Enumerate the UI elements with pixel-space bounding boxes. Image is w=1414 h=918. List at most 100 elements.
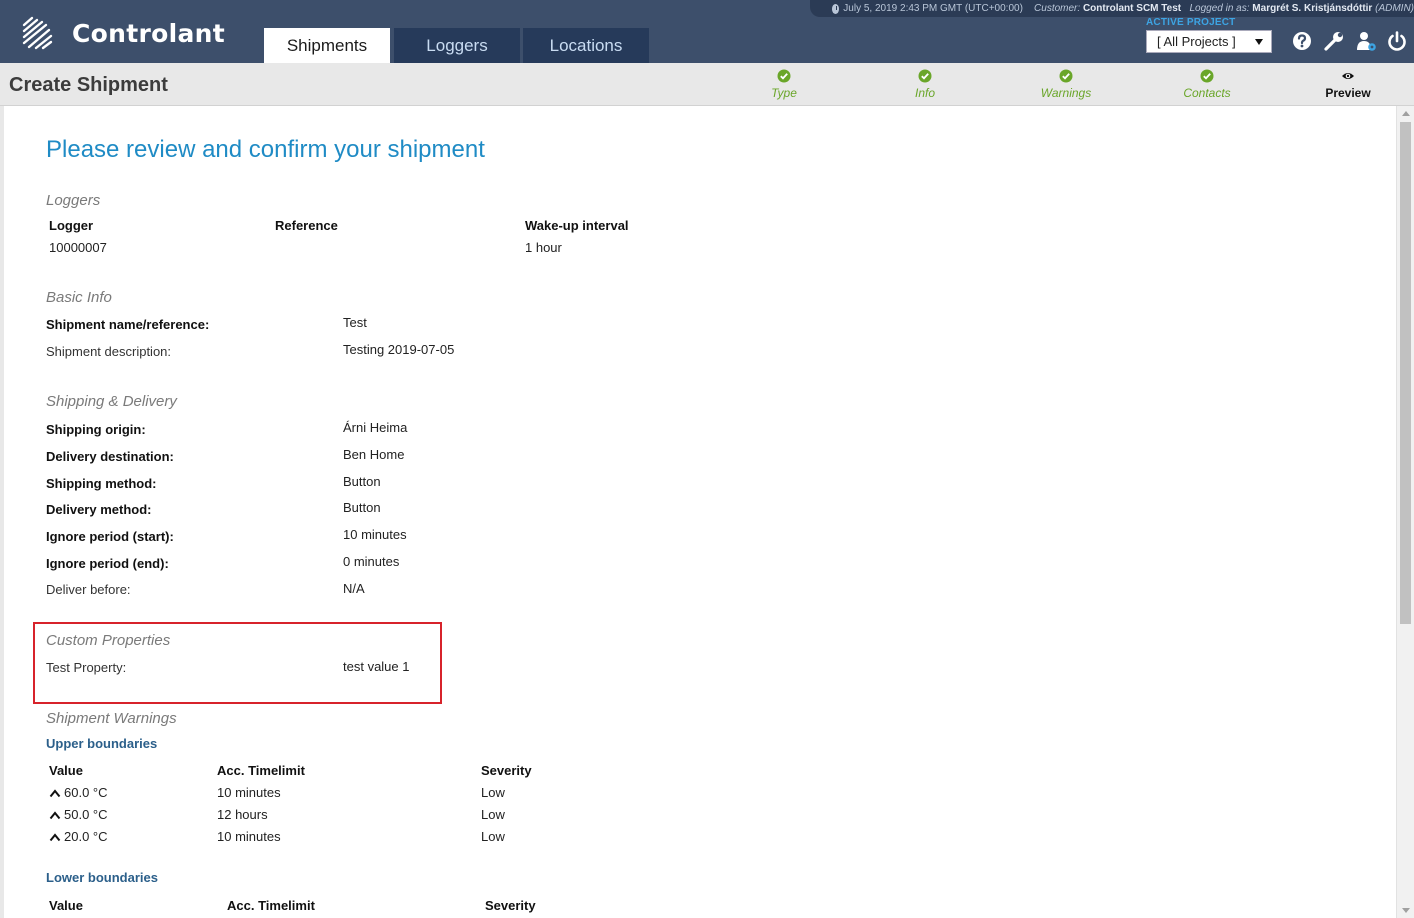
step-info-label: Info [914,86,935,100]
wrench-icon[interactable] [1323,30,1345,52]
check-circle-icon [918,69,932,83]
step-info[interactable]: Info [875,69,975,100]
users-settings-icon[interactable] [1355,30,1377,52]
step-preview[interactable]: Preview [1298,69,1398,100]
upper-row-timelimit: 12 hours [217,807,268,822]
tab-shipments-label: Shipments [286,35,368,55]
controlant-logo-icon [22,16,53,50]
tab-loggers[interactable]: Loggers [394,28,520,63]
session-status-bar: July 5, 2019 2:43 PM GMT (UTC+00:00) Cus… [810,0,1414,17]
basic-info-section-title: Basic Info [46,289,112,306]
field-value: Ben Home [343,447,405,462]
page-title: Create Shipment [9,74,168,96]
field-label: Shipping method: [46,476,157,491]
check-circle-icon [777,69,791,83]
chevron-up-icon [49,833,61,842]
brand-logo[interactable]: Controlant [20,14,225,52]
logged-in-label: Logged in as: [1189,3,1250,14]
power-icon[interactable] [1386,30,1408,52]
field-label: Shipment name/reference: [46,317,210,332]
tab-locations[interactable]: Locations [523,28,649,63]
step-warnings[interactable]: Warnings [1016,69,1116,100]
current-datetime: July 5, 2019 2:43 PM GMT (UTC+00:00) [843,3,1023,14]
tab-locations-label: Locations [549,35,623,55]
field-label: Delivery destination: [46,449,174,464]
chevron-up-icon [49,789,61,798]
upper-row-value: 50.0 °C [49,807,108,822]
field-label: Deliver before: [46,582,131,597]
chevron-up-icon [49,811,61,820]
active-project-select[interactable]: [ All Projects ] [1146,30,1272,53]
user-name: Margrét S. Kristjánsdóttir [1252,3,1373,14]
scroll-down-icon[interactable] [1402,908,1410,913]
field-value: test value 1 [343,659,410,674]
field-value: Árni Heima [343,420,408,435]
tab-shipments[interactable]: Shipments [264,28,390,63]
shipping-section-title: Shipping & Delivery [46,393,177,410]
upper-row-timelimit: 10 minutes [217,785,281,800]
step-type[interactable]: Type [734,69,834,100]
upper-boundaries-title: Upper boundaries [46,736,158,751]
field-label: Test Property: [46,660,127,675]
brand-name: Controlant [72,18,225,48]
field-label: Ignore period (start): [46,529,174,544]
tab-loggers-label: Loggers [426,35,488,55]
step-type-label: Type [771,86,797,100]
field-label: Delivery method: [46,502,152,517]
loggers-section-title: Loggers [46,192,101,209]
upper-row-value: 60.0 °C [49,785,108,800]
step-contacts-label: Contacts [1183,86,1231,100]
review-content: Please review and confirm your shipment … [4,106,1396,918]
lower-boundaries-title: Lower boundaries [46,870,158,885]
active-project-label: ACTIVE PROJECT [1146,17,1236,28]
field-value: Button [343,500,381,515]
loggers-header-logger: Logger [49,218,94,233]
wizard-header: Create Shipment Type Info Warnings Conta… [0,63,1414,106]
field-value: Button [343,474,381,489]
lower-header-value: Value [49,898,83,913]
customer-name: Controlant SCM Test [1082,3,1182,14]
upper-row-severity: Low [481,785,505,800]
user-role: (ADMIN) [1375,3,1414,14]
upper-header-severity: Severity [481,763,532,778]
eye-icon [1342,73,1354,79]
review-heading: Please review and confirm your shipment [46,136,485,163]
logger-id: 10000007 [49,240,107,255]
help-icon[interactable] [1291,30,1313,52]
step-warnings-label: Warnings [1040,86,1092,100]
upper-row-severity: Low [481,807,505,822]
loggers-header-reference: Reference [275,218,338,233]
field-value: Test [343,315,367,330]
field-label: Ignore period (end): [46,556,169,571]
upper-value-text: 60.0 °C [64,785,108,800]
field-label: Shipping origin: [46,422,146,437]
vertical-scrollbar[interactable] [1396,106,1414,918]
dropdown-arrow-icon [1255,39,1263,45]
upper-header-timelimit: Acc. Timelimit [217,763,305,778]
active-project-value: [ All Projects ] [1157,34,1236,49]
field-label: Shipment description: [46,344,172,359]
check-circle-icon [1200,69,1214,83]
lower-header-severity: Severity [485,898,536,913]
field-value: 10 minutes [343,527,407,542]
lower-header-timelimit: Acc. Timelimit [227,898,315,913]
scroll-up-icon[interactable] [1402,111,1410,116]
custom-properties-section-title: Custom Properties [46,632,171,649]
field-value: N/A [343,581,365,596]
upper-row-timelimit: 10 minutes [217,829,281,844]
loggers-header-wakeup: Wake-up interval [525,218,629,233]
upper-header-value: Value [49,763,83,778]
upper-value-text: 50.0 °C [64,807,108,822]
clock-icon [832,3,840,14]
customer-label: Customer: [1034,3,1081,14]
field-value: Testing 2019-07-05 [343,342,455,357]
check-circle-icon [1059,69,1073,83]
logger-wakeup-interval: 1 hour [525,240,562,255]
step-contacts[interactable]: Contacts [1157,69,1257,100]
top-navigation-bar: Controlant Shipments Loggers Locations J… [0,0,1414,63]
upper-row-value: 20.0 °C [49,829,108,844]
step-preview-label: Preview [1325,86,1371,100]
scrollbar-thumb[interactable] [1400,122,1411,624]
upper-value-text: 20.0 °C [64,829,108,844]
warnings-section-title: Shipment Warnings [46,710,177,727]
